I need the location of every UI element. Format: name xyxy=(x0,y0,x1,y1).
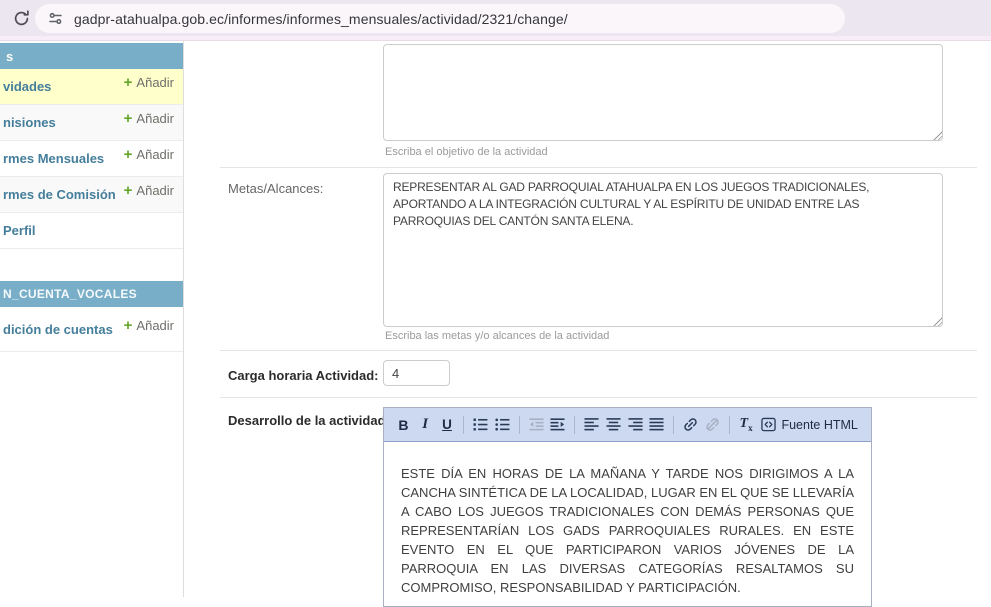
bulleted-list-icon xyxy=(495,417,510,432)
sidebar-item-label[interactable]: nisiones xyxy=(3,115,56,130)
add-actividad-link[interactable]: + Añadir xyxy=(124,75,174,90)
sidebar-item-label[interactable]: rmes Mensuales xyxy=(3,151,104,166)
remove-format-icon: Tx xyxy=(740,416,753,433)
source-html-label: Fuente HTML xyxy=(781,418,857,432)
underline-button[interactable]: U xyxy=(437,413,458,437)
row-divider xyxy=(220,167,977,168)
align-left-button[interactable] xyxy=(581,413,602,437)
italic-button[interactable]: I xyxy=(415,413,436,437)
numbered-list-button[interactable] xyxy=(470,413,491,437)
carga-horaria-label: Carga horaria Actividad: xyxy=(228,368,379,383)
add-comision-link[interactable]: + Añadir xyxy=(124,111,174,126)
site-settings-icon[interactable] xyxy=(47,10,64,27)
bulleted-list-button[interactable] xyxy=(492,413,513,437)
align-center-button[interactable] xyxy=(603,413,624,437)
remove-format-button[interactable]: Tx xyxy=(736,413,757,437)
add-link-label: Añadir xyxy=(136,111,174,126)
reload-button[interactable] xyxy=(6,3,36,33)
numbered-list-icon xyxy=(473,417,488,432)
reload-icon xyxy=(12,9,31,28)
source-code-icon xyxy=(761,417,776,432)
add-informe-comision-link[interactable]: + Añadir xyxy=(124,183,174,198)
decrease-indent-button xyxy=(526,413,547,437)
toolbar-separator xyxy=(519,416,520,434)
metas-label: Metas/Alcances: xyxy=(228,181,323,196)
sidebar-item-label[interactable]: vidades xyxy=(3,79,51,94)
align-right-icon xyxy=(628,417,643,432)
plus-icon: + xyxy=(124,183,133,198)
italic-icon: I xyxy=(422,416,428,433)
sidebar-item-actividades[interactable]: vidades + Añadir xyxy=(0,69,183,105)
objetivo-textarea[interactable] xyxy=(383,44,943,141)
plus-icon: + xyxy=(124,111,133,126)
align-left-icon xyxy=(584,417,599,432)
align-right-button[interactable] xyxy=(625,413,646,437)
browser-toolbar: gadpr-atahualpa.gob.ec/informes/informes… xyxy=(0,0,991,36)
add-link-label: Añadir xyxy=(136,183,174,198)
metas-textarea[interactable]: REPRESENTAR AL GAD PARROQUIAL ATAHUALPA … xyxy=(383,173,943,327)
editor-toolbar: B I U xyxy=(384,408,871,442)
source-html-button[interactable]: Fuente HTML xyxy=(757,413,861,437)
add-link-label: Añadir xyxy=(136,147,174,162)
justify-icon xyxy=(649,417,664,432)
sidebar-item-informes-comision[interactable]: rmes de Comisión + Añadir xyxy=(0,177,183,213)
unlink-icon xyxy=(705,417,720,432)
rich-text-editor: B I U xyxy=(383,407,872,607)
increase-indent-button[interactable] xyxy=(548,413,569,437)
url-bar[interactable]: gadpr-atahualpa.gob.ec/informes/informes… xyxy=(35,4,845,33)
decrease-indent-icon xyxy=(529,417,544,432)
sidebar-item-comisiones[interactable]: nisiones + Añadir xyxy=(0,105,183,141)
sidebar-item-rendicion-cuentas[interactable]: dición de cuentas + Añadir xyxy=(0,307,183,352)
toolbar-separator xyxy=(729,416,730,434)
bold-button[interactable]: B xyxy=(393,413,414,437)
plus-icon: + xyxy=(124,318,133,333)
toolbar-separator xyxy=(463,416,464,434)
align-center-icon xyxy=(606,417,621,432)
add-informe-mensual-link[interactable]: + Añadir xyxy=(124,147,174,162)
editor-content-area[interactable]: ESTE DÍA EN HORAS DE LA MAÑANA Y TARDE N… xyxy=(384,443,871,606)
sidebar-module-header[interactable]: s xyxy=(0,43,183,69)
editor-paragraph: ESTE DÍA EN HORAS DE LA MAÑANA Y TARDE N… xyxy=(401,464,854,597)
toolbar-separator xyxy=(574,416,575,434)
sidebar-module-informes: s vidades + Añadir nisiones + Añadir rme… xyxy=(0,43,183,249)
sidebar-item-informes-mensuales[interactable]: rmes Mensuales + Añadir xyxy=(0,141,183,177)
metas-help-text: Escriba las metas y/o alcances de la act… xyxy=(385,330,609,342)
add-rendicion-link[interactable]: + Añadir xyxy=(124,318,174,333)
row-divider xyxy=(220,350,977,351)
link-button[interactable] xyxy=(680,413,701,437)
row-divider xyxy=(220,397,977,398)
desarrollo-label: Desarrollo de la actividad: xyxy=(228,413,390,428)
url-text: gadpr-atahualpa.gob.ec/informes/informes… xyxy=(74,11,568,27)
sidebar-module-header[interactable]: N_CUENTA_VOCALES xyxy=(0,281,183,307)
add-link-label: Añadir xyxy=(136,318,174,333)
sidebar-item-perfil[interactable]: Perfil xyxy=(0,213,183,249)
admin-sidebar: s vidades + Añadir nisiones + Añadir rme… xyxy=(0,41,184,597)
objetivo-help-text: Escriba el objetivo de la actividad xyxy=(385,146,548,158)
sidebar-module-rendicion: N_CUENTA_VOCALES dición de cuentas + Aña… xyxy=(0,281,183,352)
change-form: Escriba el objetivo de la actividad Meta… xyxy=(184,41,991,597)
link-icon xyxy=(683,417,698,432)
underline-icon: U xyxy=(442,417,452,432)
sidebar-item-label[interactable]: Perfil xyxy=(3,223,36,238)
justify-button[interactable] xyxy=(647,413,668,437)
unlink-button xyxy=(702,413,723,437)
increase-indent-icon xyxy=(550,417,565,432)
add-link-label: Añadir xyxy=(136,75,174,90)
plus-icon: + xyxy=(124,75,133,90)
plus-icon: + xyxy=(124,147,133,162)
bold-icon: B xyxy=(398,417,408,433)
carga-horaria-input[interactable] xyxy=(383,360,450,386)
toolbar-separator xyxy=(673,416,674,434)
sidebar-item-label[interactable]: dición de cuentas xyxy=(3,322,113,337)
sidebar-item-label[interactable]: rmes de Comisión xyxy=(3,187,116,202)
